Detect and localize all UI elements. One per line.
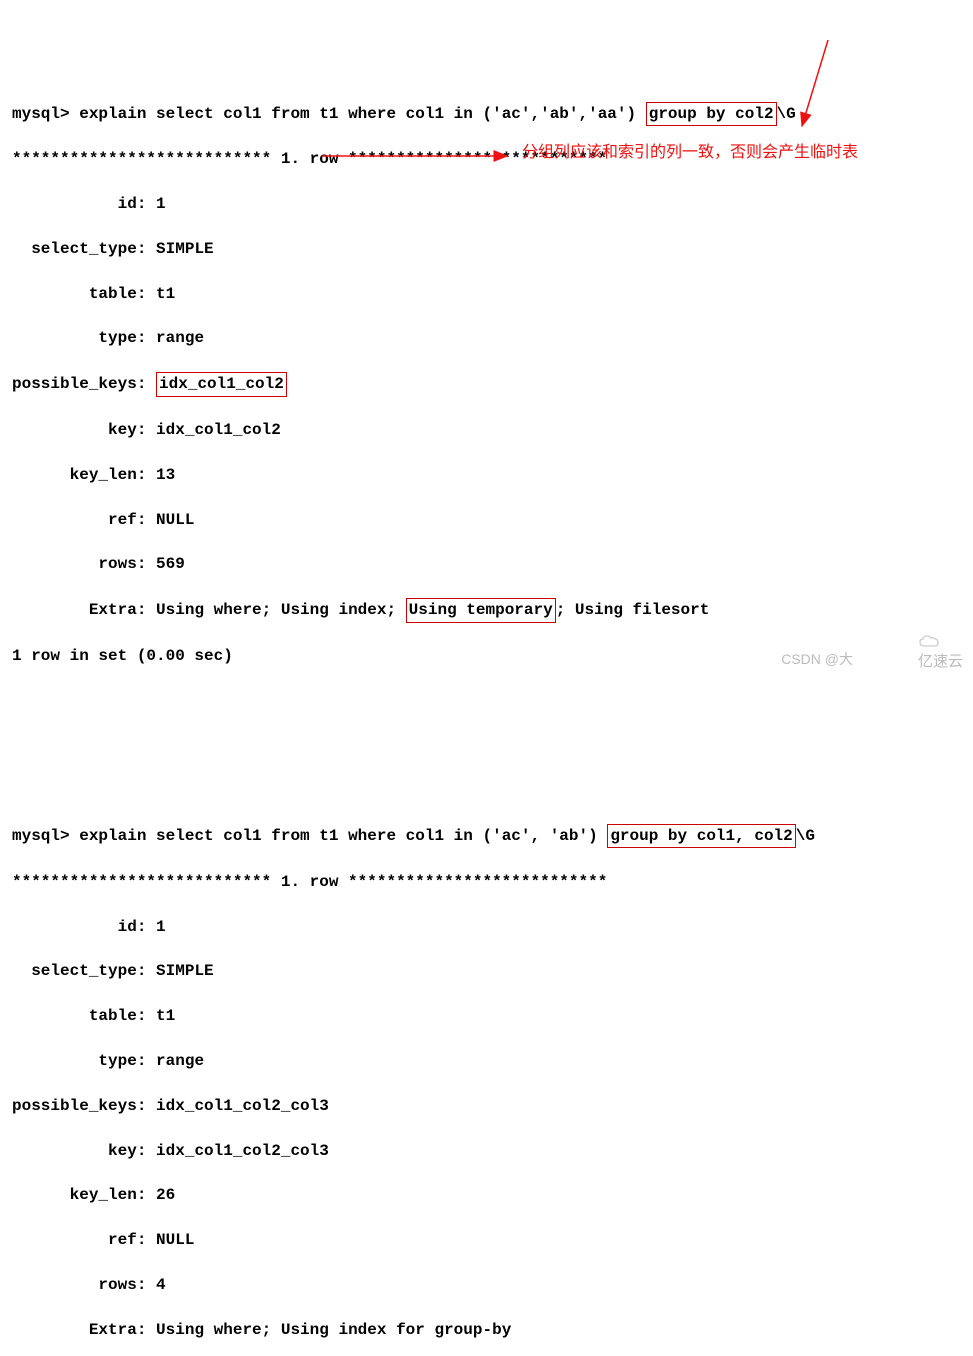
- field-key: key: idx_col1_col2: [12, 419, 961, 441]
- annotation-text: 分组列应该和索引的列一致，否则会产生临时表: [522, 142, 858, 164]
- field-extra: Extra: Using where; Using index; Using t…: [12, 598, 961, 622]
- cloud-icon: [918, 634, 940, 648]
- field-rows: rows: 569: [12, 553, 961, 575]
- field-ref: ref: NULL: [12, 1229, 961, 1251]
- sql-post: \G: [796, 827, 815, 845]
- row-separator: *************************** 1. row *****…: [12, 871, 961, 893]
- query1-line: mysql> explain select col1 from t1 where…: [12, 102, 961, 126]
- field-id: id: 1: [12, 193, 961, 215]
- possible-keys-box: idx_col1_col2: [156, 372, 287, 396]
- field-rows: rows: 4: [12, 1274, 961, 1296]
- group-by-box: group by col1, col2: [607, 824, 795, 848]
- field-ref: ref: NULL: [12, 509, 961, 531]
- sql-pre: explain select col1 from t1 where col1 i…: [79, 827, 607, 845]
- field-type: type: range: [12, 327, 961, 349]
- group-by-box: group by col2: [646, 102, 777, 126]
- field-table: table: t1: [12, 283, 961, 305]
- field-possible-keys: possible_keys: idx_col1_col2: [12, 372, 961, 396]
- blank-line: [12, 779, 961, 801]
- blank-line: [12, 690, 961, 712]
- field-key-len: key_len: 13: [12, 464, 961, 486]
- field-possible-keys: possible_keys: idx_col1_col2_col3: [12, 1095, 961, 1117]
- watermark-yisu: 亿速云: [910, 609, 963, 672]
- prompt: mysql>: [12, 827, 79, 845]
- field-type: type: range: [12, 1050, 961, 1072]
- field-select-type: select_type: SIMPLE: [12, 960, 961, 982]
- field-extra: Extra: Using where; Using index for grou…: [12, 1319, 961, 1341]
- prompt: mysql>: [12, 105, 79, 123]
- sql-pre: explain select col1 from t1 where col1 i…: [79, 105, 646, 123]
- blank-line: [12, 735, 961, 757]
- sql-post: \G: [777, 105, 796, 123]
- field-key: key: idx_col1_col2_col3: [12, 1140, 961, 1162]
- watermark-csdn: CSDN @大: [781, 650, 853, 670]
- query2-line: mysql> explain select col1 from t1 where…: [12, 824, 961, 848]
- field-id: id: 1: [12, 916, 961, 938]
- field-key-len: key_len: 26: [12, 1184, 961, 1206]
- using-temporary-box: Using temporary: [406, 598, 556, 622]
- field-table: table: t1: [12, 1005, 961, 1027]
- field-select-type: select_type: SIMPLE: [12, 238, 961, 260]
